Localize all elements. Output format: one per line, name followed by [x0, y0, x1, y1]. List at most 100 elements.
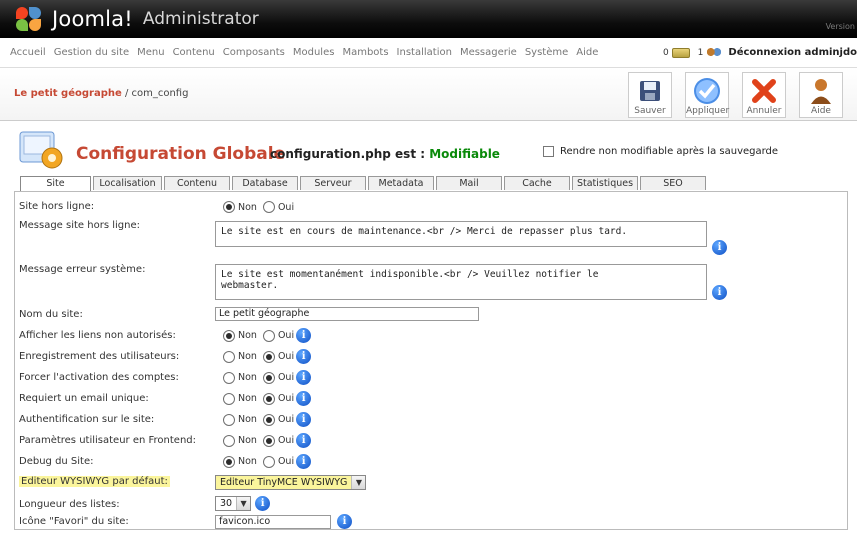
site-auth-radio-no[interactable]: [223, 413, 235, 426]
error-message-label: Message erreur système:: [19, 264, 146, 275]
error-message-textarea[interactable]: Le site est momentanément indisponible.<…: [215, 264, 707, 300]
user-registration-radio-no[interactable]: [223, 350, 235, 363]
tab-contenu[interactable]: Contenu: [164, 176, 230, 190]
site-auth-yes-label: Oui: [277, 414, 295, 425]
offline-message-label: Message site hors ligne:: [19, 220, 140, 231]
menu-item-menu[interactable]: Menu: [133, 47, 168, 58]
toolbar: Le petit géographe / com_config Sauver A…: [0, 68, 857, 121]
help-person-icon: [807, 77, 835, 105]
site-name-input[interactable]: Le petit géographe: [215, 307, 479, 321]
config-icon: [18, 130, 68, 172]
error-message-line-2: webmaster.: [221, 280, 279, 291]
unique-email-radio-yes[interactable]: [262, 392, 275, 405]
users-count: 1: [697, 47, 704, 58]
list-length-select-value: 30: [220, 498, 233, 509]
menu-item-messagerie[interactable]: Messagerie: [456, 47, 521, 58]
config-file-status: configuration.php est : Modifiable: [270, 147, 500, 161]
user-registration-label: Enregistrement des utilisateurs:: [19, 351, 180, 362]
offline-message-info-icon[interactable]: i: [712, 240, 727, 255]
menu-item-installation[interactable]: Installation: [393, 47, 456, 58]
tab-localisation[interactable]: Localisation: [93, 176, 162, 190]
favicon-info-icon[interactable]: i: [337, 514, 352, 529]
offline-yes-label: Oui: [277, 201, 295, 213]
user-registration-info-icon[interactable]: i: [296, 349, 312, 364]
version-label: Version: [825, 22, 855, 31]
user-registration-no-label: Non: [238, 351, 257, 362]
offline-radio-yes[interactable]: [262, 201, 275, 213]
joomla-mark-icon: [12, 6, 46, 32]
unauthorized-links-radio-yes[interactable]: [262, 329, 275, 342]
debug-info-icon[interactable]: i: [296, 454, 312, 469]
tab-site[interactable]: Site: [20, 176, 91, 191]
unique-email-radio-no[interactable]: [223, 392, 235, 405]
debug-radio-no[interactable]: [223, 455, 235, 468]
users-icon[interactable]: [706, 47, 723, 58]
offline-no-label: Non: [238, 201, 257, 213]
help-label: Aide: [811, 106, 831, 116]
chevron-down-icon: ▼: [236, 497, 251, 510]
favicon-input[interactable]: favicon.ico: [215, 514, 331, 529]
editor-select[interactable]: Editeur TinyMCE WYSIWYG ▼: [215, 475, 367, 490]
menu-item-accueil[interactable]: Accueil: [6, 47, 50, 58]
favicon-label: Icône "Favori" du site:: [19, 516, 129, 527]
editor-label: Editeur WYSIWYG par défaut:: [19, 476, 170, 487]
unauthorized-links-no-label: Non: [238, 330, 257, 341]
mail-icon[interactable]: [671, 47, 690, 58]
menu-item-composants[interactable]: Composants: [219, 47, 289, 58]
offline-radio-no[interactable]: [223, 201, 235, 213]
list-length-select[interactable]: 30 ▼: [215, 496, 252, 511]
apply-button[interactable]: Appliquer: [685, 72, 729, 118]
unique-email-info-icon[interactable]: i: [296, 391, 312, 406]
joomla-logo[interactable]: Joomla! Administrator: [12, 5, 259, 33]
user-registration-radio-yes[interactable]: [262, 350, 275, 363]
frontend-params-radio-yes[interactable]: [262, 434, 275, 447]
menu-item-contenu[interactable]: Contenu: [169, 47, 219, 58]
debug-radio-yes[interactable]: [262, 455, 275, 468]
frontend-params-yes-label: Oui: [277, 435, 295, 446]
brand-name: Joomla!: [52, 7, 133, 31]
account-activation-radio-no[interactable]: [223, 371, 235, 384]
tab-cache[interactable]: Cache: [504, 176, 570, 190]
help-button[interactable]: Aide: [799, 72, 843, 118]
lock-after-save-option[interactable]: Rendre non modifiable après la sauvegard…: [543, 146, 778, 157]
account-activation-radio-yes[interactable]: [262, 371, 275, 384]
config-file-label: configuration.php est :: [270, 147, 430, 161]
site-auth-info-icon[interactable]: i: [296, 412, 312, 427]
frontend-params-radio-no[interactable]: [223, 434, 235, 447]
unauthorized-links-yes-label: Oui: [277, 330, 295, 341]
account-activation-no-label: Non: [238, 372, 257, 383]
logout-link[interactable]: Déconnexion adminjdo: [728, 47, 857, 58]
site-name-label: Nom du site:: [19, 309, 83, 320]
menu-item-modules[interactable]: Modules: [289, 47, 339, 58]
tab-seo[interactable]: SEO: [640, 176, 706, 190]
config-file-state: Modifiable: [429, 147, 500, 161]
menu-item-aide[interactable]: Aide: [572, 47, 602, 58]
frontend-params-label: Paramètres utilisateur en Frontend:: [19, 435, 196, 446]
breadcrumb: Le petit géographe / com_config: [14, 88, 188, 99]
account-activation-yes-label: Oui: [277, 372, 295, 383]
floppy-save-icon: [636, 77, 664, 105]
error-message-info-icon[interactable]: i: [712, 285, 727, 300]
tab-statistiques[interactable]: Statistiques: [572, 176, 638, 190]
menu-item-gestion-du-site[interactable]: Gestion du site: [50, 47, 133, 58]
frontend-params-info-icon[interactable]: i: [296, 433, 312, 448]
menu-item-mambots[interactable]: Mambots: [338, 47, 392, 58]
list-length-info-icon[interactable]: i: [255, 496, 271, 511]
save-button[interactable]: Sauver: [628, 72, 672, 118]
menu-item-systeme[interactable]: Système: [521, 47, 572, 58]
unauthorized-links-info-icon[interactable]: i: [296, 328, 312, 343]
list-length-label: Longueur des listes:: [19, 499, 120, 510]
tab-mail[interactable]: Mail: [436, 176, 502, 190]
offline-message-textarea[interactable]: Le site est en cours de maintenance.<br …: [215, 221, 707, 247]
frontend-params-no-label: Non: [238, 435, 257, 446]
account-activation-info-icon[interactable]: i: [296, 370, 312, 385]
cancel-button[interactable]: Annuler: [742, 72, 786, 118]
tab-database[interactable]: Database: [232, 176, 298, 190]
tab-serveur[interactable]: Serveur: [300, 176, 366, 190]
unauthorized-links-radio-no[interactable]: [223, 329, 235, 342]
site-auth-radio-yes[interactable]: [262, 413, 275, 426]
tab-metadata[interactable]: Metadata: [368, 176, 434, 190]
lock-after-save-checkbox[interactable]: [543, 146, 554, 157]
breadcrumb-site[interactable]: Le petit géographe: [14, 88, 122, 99]
cancel-label: Annuler: [746, 106, 782, 116]
